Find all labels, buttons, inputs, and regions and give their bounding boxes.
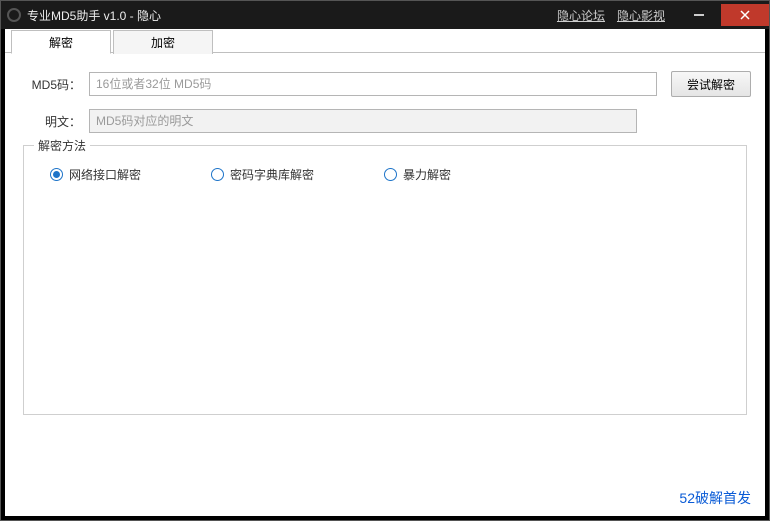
app-icon	[7, 8, 21, 22]
radio-dict-label: 密码字典库解密	[230, 166, 314, 183]
radio-network-label: 网络接口解密	[69, 166, 141, 183]
plain-output[interactable]	[89, 109, 637, 133]
title-bar: 专业MD5助手 v1.0 - 隐心 隐心论坛 隐心影视	[1, 1, 769, 29]
radio-brute[interactable]: 暴力解密	[384, 166, 451, 183]
tab-decrypt-label: 解密	[49, 34, 73, 51]
radio-dict[interactable]: 密码字典库解密	[211, 166, 314, 183]
method-fieldset: 解密方法 网络接口解密 密码字典库解密 暴力解密	[23, 145, 747, 415]
try-decrypt-button[interactable]: 尝试解密	[671, 71, 751, 97]
radio-dot-icon	[50, 168, 63, 181]
tab-decrypt[interactable]: 解密	[11, 30, 111, 54]
tab-encrypt-label: 加密	[151, 34, 175, 51]
link-video[interactable]: 隐心影视	[617, 7, 665, 24]
plain-label: 明文：	[19, 113, 89, 130]
footer-credit-link[interactable]: 52破解首发	[679, 488, 751, 508]
radio-dot-icon	[211, 168, 224, 181]
md5-label: MD5码：	[19, 76, 89, 93]
close-icon	[740, 10, 750, 20]
md5-input[interactable]	[89, 72, 657, 96]
close-button[interactable]	[721, 4, 769, 26]
radio-network[interactable]: 网络接口解密	[50, 166, 141, 183]
radio-brute-label: 暴力解密	[403, 166, 451, 183]
tab-encrypt[interactable]: 加密	[113, 30, 213, 54]
row-md5: MD5码： 尝试解密	[19, 71, 751, 97]
link-forum[interactable]: 隐心论坛	[557, 7, 605, 24]
app-window: 专业MD5助手 v1.0 - 隐心 隐心论坛 隐心影视 解密 加密 MD5码： …	[0, 0, 770, 521]
tab-strip: 解密 加密	[5, 29, 765, 53]
minimize-button[interactable]	[677, 4, 721, 26]
row-plain: 明文：	[19, 109, 751, 133]
tab-content: MD5码： 尝试解密 明文： 解密方法 网络接口解密 密码字典库解密	[5, 53, 765, 516]
window-title: 专业MD5助手 v1.0 - 隐心	[27, 7, 161, 24]
method-radio-group: 网络接口解密 密码字典库解密 暴力解密	[40, 160, 730, 183]
radio-dot-icon	[384, 168, 397, 181]
method-legend: 解密方法	[34, 137, 90, 154]
client-area: 解密 加密 MD5码： 尝试解密 明文： 解密方法 网络接口解密	[5, 29, 765, 516]
